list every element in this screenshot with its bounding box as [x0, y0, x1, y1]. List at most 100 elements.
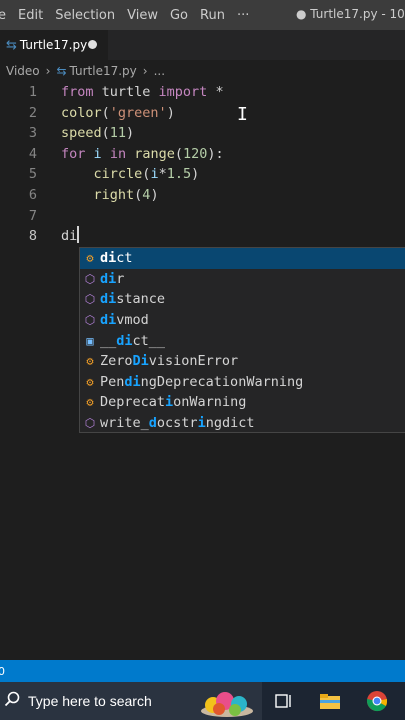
line-code: from turtle import * — [61, 82, 224, 103]
code-line[interactable]: 7 — [0, 206, 405, 227]
suggestion-item[interactable]: ⚙ ZeroDivisionError — [80, 351, 405, 372]
menu-run[interactable]: Run — [194, 8, 231, 23]
chevron-right-icon: › — [45, 64, 51, 78]
label-text: ct — [116, 250, 133, 267]
match-highlight: di — [124, 373, 141, 390]
suggestion-item[interactable]: ⬡ distance — [80, 289, 405, 310]
code-line[interactable]: 4 for i in range(120): — [0, 144, 405, 165]
task-view-icon[interactable] — [272, 689, 296, 713]
line-number: 6 — [28, 187, 37, 203]
suggestion-item[interactable]: ⬡ dir — [80, 269, 405, 290]
class-symbol-icon: ⚙ — [86, 374, 94, 389]
file-explorer-icon[interactable] — [318, 689, 342, 713]
code-token: * — [207, 84, 224, 100]
python-file-icon: ⇆ — [6, 37, 17, 53]
line-number: 1 — [28, 84, 37, 100]
code-line[interactable]: 8 di — [0, 226, 405, 247]
match-highlight: di — [116, 332, 133, 349]
python-file-icon: ⇆ — [56, 64, 67, 78]
suggestion-label: ZeroDivisionError — [100, 353, 238, 369]
unsaved-dot-icon[interactable] — [88, 40, 97, 49]
text-caret — [77, 226, 80, 244]
suggestion-item[interactable]: ⚙ dict — [80, 248, 405, 269]
code-token: turtle — [93, 84, 159, 100]
label-text: ngDeprecationWarning — [140, 373, 304, 390]
menu-bar: e Edit Selection View Go Run ··· ● Turtl… — [0, 0, 405, 30]
label-text: Zero — [100, 353, 133, 370]
match-highlight: i — [165, 394, 174, 411]
line-number: 3 — [28, 125, 37, 142]
tab-turtle17[interactable]: ⇆ Turtle17.py — [0, 30, 108, 60]
chrome-icon[interactable] — [365, 689, 389, 713]
breadcrumb-trail[interactable]: ... — [154, 64, 165, 78]
label-text: __ — [100, 332, 117, 349]
menu-edit[interactable]: Edit — [12, 8, 49, 23]
suggestion-label: dict — [100, 250, 133, 266]
class-symbol-icon: ⚙ — [86, 251, 94, 266]
match-highlight: di — [100, 270, 117, 287]
chevron-right-icon: › — [142, 64, 148, 78]
code-line[interactable]: 3 speed(11) — [0, 123, 405, 144]
code-line[interactable]: 2 color('green') — [0, 103, 405, 124]
code-token: ) — [150, 187, 159, 203]
code-token: ( — [101, 125, 110, 142]
menu-view[interactable]: View — [121, 8, 164, 23]
label-text: ct__ — [132, 332, 166, 349]
menu-file[interactable]: e — [0, 8, 12, 23]
method-symbol-icon: ⬡ — [84, 271, 96, 286]
code-token: i — [93, 145, 102, 162]
code-token: i — [150, 166, 159, 183]
code-token: 11 — [109, 125, 127, 142]
status-text[interactable]: 0 — [0, 665, 5, 678]
suggestion-item[interactable]: ⚙ DeprecationWarning — [80, 392, 405, 413]
code-token: ( — [101, 104, 110, 121]
menu-go[interactable]: Go — [164, 8, 194, 23]
code-token: ( — [174, 145, 183, 162]
menu-more[interactable]: ··· — [231, 8, 255, 23]
label-text: vmod — [116, 312, 149, 329]
status-bar: 0 — [0, 660, 405, 682]
code-token: range — [134, 145, 175, 162]
suggestion-item[interactable]: ⚙ PendingDeprecationWarning — [80, 372, 405, 393]
match-highlight: i — [197, 415, 206, 432]
line-code: speed(11) — [61, 123, 134, 144]
line-number: 4 — [28, 145, 37, 162]
menu-selection[interactable]: Selection — [49, 8, 121, 23]
taskbar-search[interactable]: Type here to search — [0, 682, 262, 720]
code-token: in — [109, 145, 127, 162]
code-token: ) — [166, 104, 175, 121]
code-line[interactable]: 1 from turtle import * — [0, 82, 405, 103]
search-placeholder: Type here to search — [28, 693, 152, 709]
breadcrumb-file[interactable]: Turtle17.py — [70, 64, 137, 78]
code-token: ) — [191, 166, 200, 183]
suggestion-label: dir — [100, 271, 124, 287]
label-text: stance — [116, 291, 166, 308]
breadcrumb: Video › ⇆ Turtle17.py › ... — [0, 60, 405, 82]
suggestion-item[interactable]: ⬡ write_docstringdict — [80, 413, 405, 434]
code-token: ) — [126, 125, 135, 142]
label-text: write_ — [100, 415, 149, 432]
variable-symbol-icon: ▣ — [86, 333, 94, 348]
breadcrumb-folder[interactable]: Video — [6, 64, 40, 78]
match-highlight: d — [148, 415, 157, 432]
code-token: * — [158, 166, 167, 183]
autocomplete-list[interactable]: ⚙ dict ⬡ dir ⬡ distance ⬡ divmod ▣ __dict__ ⚙ ZeroD… — [79, 247, 405, 433]
match-highlight: di — [100, 250, 117, 267]
tab-label: Turtle17.py — [19, 38, 88, 52]
line-number: 8 — [28, 228, 37, 245]
code-line[interactable]: 6 right(4) — [0, 185, 405, 206]
windows-taskbar: Type here to search — [0, 682, 405, 720]
suggestion-item[interactable]: ⬡ divmod — [80, 310, 405, 331]
suggestion-item[interactable]: ▣ __dict__ — [80, 330, 405, 351]
line-code: right(4) — [61, 185, 159, 206]
code-line[interactable]: 5 circle(i*1.5) — [0, 164, 405, 185]
code-token: 120 — [183, 145, 208, 162]
line-code: di — [61, 226, 80, 247]
label-text: ocstr — [156, 415, 198, 432]
label-text: r — [116, 270, 125, 287]
label-text: Deprecat — [100, 394, 166, 411]
line-code: color('green') — [61, 103, 175, 124]
